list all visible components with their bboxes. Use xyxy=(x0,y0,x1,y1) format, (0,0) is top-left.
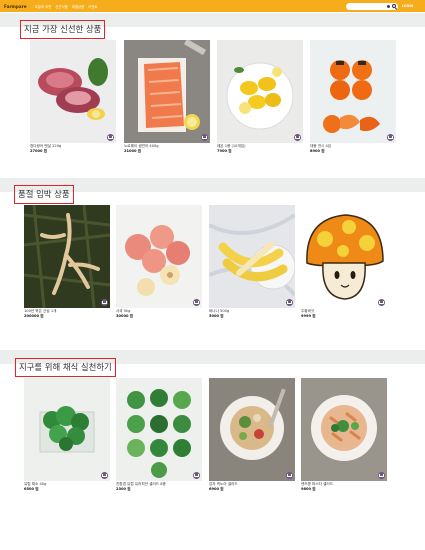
section-title-vegetarian: 지구를 위해 채식 실천하기 xyxy=(15,358,116,377)
main-nav: 오늘의 추천 신선식품 제철상품 이벤트 xyxy=(35,4,98,9)
nav-item-seasonal[interactable]: 제철상품 xyxy=(72,4,84,9)
product-image-bananas[interactable] xyxy=(209,205,295,308)
product-price: 9999 원 xyxy=(301,314,316,318)
product-price: 2300 원 xyxy=(116,487,131,491)
product-price: 27000 원 xyxy=(30,149,48,153)
login-link[interactable]: LOGIN xyxy=(402,4,413,8)
product-price: 30000 원 xyxy=(116,314,134,318)
product-image-tuna[interactable] xyxy=(30,40,116,143)
section-title-low-stock: 품절 임박 상품 xyxy=(14,185,74,204)
add-to-cart-button[interactable] xyxy=(387,134,394,141)
product-image-lemons[interactable] xyxy=(217,40,303,143)
product-image-quinoa-salad[interactable] xyxy=(209,378,295,481)
clear-icon[interactable] xyxy=(387,4,390,8)
add-to-cart-button[interactable] xyxy=(378,472,385,479)
add-to-cart-button[interactable] xyxy=(201,134,208,141)
product-image-apples[interactable] xyxy=(116,205,202,308)
add-to-cart-button[interactable] xyxy=(101,299,108,306)
product-price: 6500 원 xyxy=(24,487,39,491)
site-logo[interactable]: Farmpare xyxy=(4,4,27,9)
product-price: 21000 원 xyxy=(124,149,142,153)
add-to-cart-button[interactable] xyxy=(286,472,293,479)
product-image-salmon[interactable] xyxy=(124,40,210,143)
product-price: 200000 원 xyxy=(24,314,44,318)
nav-item-event[interactable]: 이벤트 xyxy=(88,4,97,9)
search-input[interactable] xyxy=(346,2,398,10)
add-to-cart-button[interactable] xyxy=(101,472,108,479)
add-to-cart-button[interactable] xyxy=(107,134,114,141)
product-image-mushroom[interactable] xyxy=(301,205,387,308)
add-to-cart-button[interactable] xyxy=(378,299,385,306)
add-to-cart-button[interactable] xyxy=(193,472,200,479)
nav-item-fresh[interactable]: 신선식품 xyxy=(55,4,67,9)
product-price: 9800 원 xyxy=(301,487,316,491)
section-title-freshest: 지금 가장 신선한 상품 xyxy=(20,20,106,39)
product-price: 8900 원 xyxy=(310,149,325,153)
product-image-ginseng[interactable] xyxy=(24,205,110,308)
add-to-cart-button[interactable] xyxy=(286,299,293,306)
product-price: 5000 원 xyxy=(209,314,224,318)
add-to-cart-button[interactable] xyxy=(294,134,301,141)
product-price: 7900 원 xyxy=(217,149,232,153)
product-image-pasta-salad[interactable] xyxy=(301,378,387,481)
product-price: 6900 원 xyxy=(209,487,224,491)
add-to-cart-button[interactable] xyxy=(193,299,200,306)
search-icon[interactable] xyxy=(392,4,396,8)
product-image-persimmons[interactable] xyxy=(310,40,396,143)
top-navigation-bar: Farmpare 오늘의 추천 신선식품 제철상품 이벤트 LOGIN xyxy=(0,0,425,12)
product-image-salad-bowls[interactable] xyxy=(116,378,202,481)
product-image-greens[interactable] xyxy=(24,378,110,481)
nav-item-recommend[interactable]: 오늘의 추천 xyxy=(35,4,52,9)
